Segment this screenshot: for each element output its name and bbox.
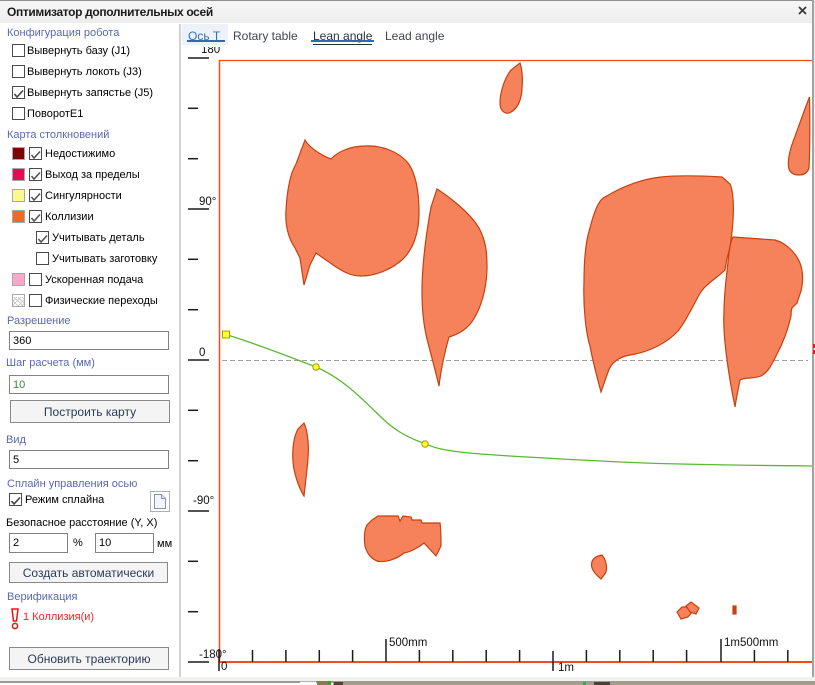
- svg-text:1m: 1m: [558, 662, 574, 674]
- svg-text:1m500mm: 1m500mm: [724, 637, 778, 649]
- svg-text:0: 0: [199, 347, 205, 359]
- svg-text:500mm: 500mm: [389, 637, 427, 649]
- svg-text:-90°: -90°: [193, 495, 214, 507]
- svg-text:0: 0: [221, 661, 227, 673]
- svg-text:-180°: -180°: [199, 649, 227, 661]
- svg-text:90°: 90°: [199, 196, 216, 208]
- svg-text:180: 180: [201, 47, 220, 56]
